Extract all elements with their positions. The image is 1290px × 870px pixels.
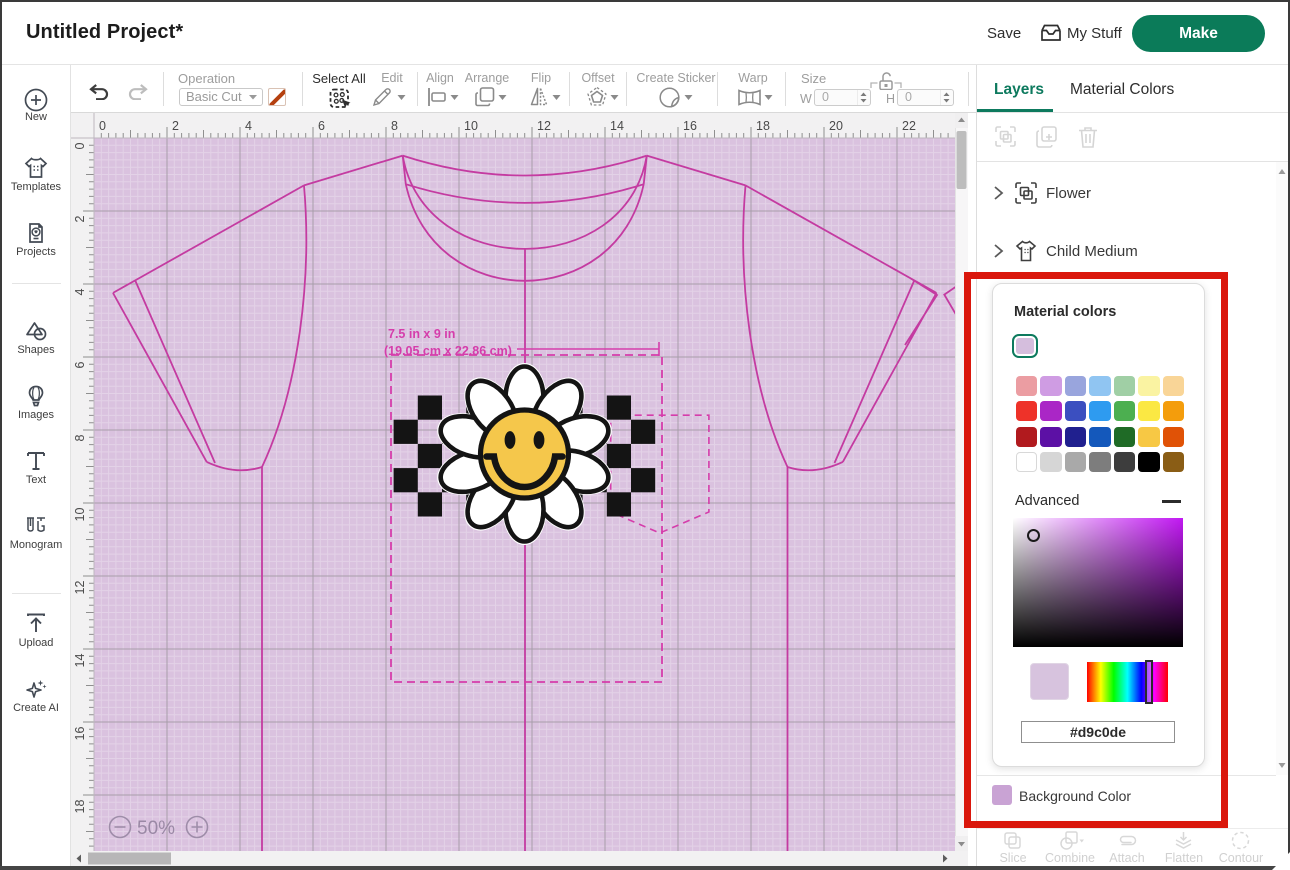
svg-text:18: 18 xyxy=(756,119,770,133)
svg-text:10: 10 xyxy=(73,508,87,522)
svg-text:16: 16 xyxy=(73,727,87,741)
svg-text:4: 4 xyxy=(73,289,87,296)
svg-text:14: 14 xyxy=(73,654,87,668)
svg-text:6: 6 xyxy=(73,362,87,369)
svg-text:18: 18 xyxy=(73,800,87,814)
svg-text:16: 16 xyxy=(683,119,697,133)
svg-text:6: 6 xyxy=(318,119,325,133)
svg-text:22: 22 xyxy=(902,119,916,133)
svg-text:50%: 50% xyxy=(137,818,175,839)
svg-text:20: 20 xyxy=(829,119,843,133)
svg-text:(19.05 cm x 22.86 cm): (19.05 cm x 22.86 cm) xyxy=(384,344,512,358)
svg-text:14: 14 xyxy=(610,119,624,133)
svg-text:0: 0 xyxy=(99,119,106,133)
svg-text:10: 10 xyxy=(464,119,478,133)
svg-text:12: 12 xyxy=(537,119,551,133)
svg-text:2: 2 xyxy=(73,216,87,223)
svg-text:4: 4 xyxy=(245,119,252,133)
svg-text:2: 2 xyxy=(172,119,179,133)
svg-text:7.5 in x 9 in: 7.5 in x 9 in xyxy=(388,327,455,341)
svg-text:12: 12 xyxy=(73,581,87,595)
svg-text:8: 8 xyxy=(73,435,87,442)
svg-text:8: 8 xyxy=(391,119,398,133)
svg-text:0: 0 xyxy=(73,143,87,150)
